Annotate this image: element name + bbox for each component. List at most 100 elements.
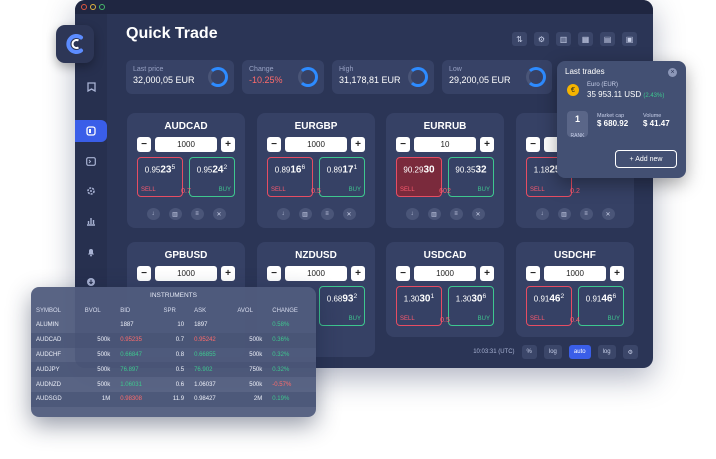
cell-ask: 76.902 <box>189 362 233 378</box>
chart-icon[interactable] <box>83 214 99 228</box>
cell-change: -0.57% <box>272 381 292 388</box>
decrement-button[interactable]: − <box>526 137 540 152</box>
decrement-button[interactable]: − <box>396 266 410 281</box>
quantity-field[interactable]: 1000 <box>285 137 347 152</box>
card-actions: ↓ ▥ ≡ ✕ <box>516 208 634 220</box>
window-icon[interactable]: ▤ <box>600 32 615 46</box>
col-symbol[interactable]: SYMBOL <box>31 303 80 318</box>
table-row[interactable]: AUDCHF 500k 0.66847 0.8 0.66855 500k 0.3… <box>31 348 316 363</box>
col-change[interactable]: CHANGE <box>267 303 316 318</box>
chart-icon[interactable]: ▥ <box>168 208 182 220</box>
download-icon[interactable]: ↓ <box>405 208 419 220</box>
rank-value: 1 <box>574 114 580 124</box>
trash-icon[interactable]: ✕ <box>471 208 485 220</box>
minimize-dot[interactable] <box>90 4 96 10</box>
decrement-button[interactable]: − <box>137 137 151 152</box>
price-pip: 5 <box>171 164 176 171</box>
increment-button[interactable]: + <box>221 266 235 281</box>
quantity-field[interactable]: 10 <box>414 137 476 152</box>
table-row[interactable]: AUDCAD 500k 0.95235 0.7 0.95242 500k 0.3… <box>31 332 316 348</box>
cell-spr: 10 <box>177 322 185 329</box>
quantity-stepper: − 1000 + <box>526 266 624 281</box>
decrement-button[interactable]: − <box>526 266 540 281</box>
price-prefix: 90.35 <box>455 165 476 175</box>
volume-value: $ 41.47 <box>643 119 670 128</box>
bell-icon[interactable] <box>83 245 99 259</box>
quantity-field[interactable]: 1000 <box>155 266 217 281</box>
trash-icon[interactable]: ✕ <box>212 208 226 220</box>
price-big: 30 <box>471 293 483 305</box>
bookmark-icon[interactable] <box>83 80 99 94</box>
increment-button[interactable]: + <box>351 137 365 152</box>
layers-icon[interactable]: ≡ <box>190 208 204 220</box>
col-avol[interactable]: AVOL <box>232 303 267 318</box>
quantity-field[interactable]: 1000 <box>155 137 217 152</box>
increment-button[interactable]: + <box>351 266 365 281</box>
price-pip: 6 <box>612 293 617 300</box>
close-icon[interactable]: × <box>668 68 677 77</box>
gear-icon[interactable]: ⚙ <box>622 345 638 359</box>
col-ask[interactable]: ASK <box>189 303 232 318</box>
price-pip: 6 <box>301 164 306 171</box>
trade-icon[interactable] <box>83 124 99 138</box>
col-bid[interactable]: BID <box>115 303 158 318</box>
log-button[interactable]: log <box>543 345 562 359</box>
layers-icon[interactable]: ≡ <box>579 208 593 220</box>
chart-icon[interactable]: ▥ <box>557 208 571 220</box>
trash-icon[interactable]: ✕ <box>342 208 356 220</box>
table-row[interactable]: AUDJPY 500k 76.897 0.5 76.902 750k 0.32% <box>31 362 316 378</box>
increment-button[interactable]: + <box>610 266 624 281</box>
layers-icon[interactable]: ≡ <box>320 208 334 220</box>
filter-icon[interactable]: ⇅ <box>512 32 527 46</box>
save-icon[interactable]: ▣ <box>622 32 637 46</box>
settings-icon[interactable] <box>83 184 99 198</box>
price-pip: 1 <box>430 293 435 300</box>
quantity-field[interactable]: 1000 <box>544 266 606 281</box>
table-row[interactable]: AUDSGD 1M 0.98308 11.9 0.98427 2M 0.19% <box>31 391 316 407</box>
increment-button[interactable]: + <box>480 266 494 281</box>
add-new-button[interactable]: + Add new <box>615 150 677 168</box>
decrement-button[interactable]: − <box>137 266 151 281</box>
trash-icon[interactable]: ✕ <box>601 208 615 220</box>
log-button-2[interactable]: log <box>597 345 616 359</box>
cell-bid: 1.06031 <box>120 381 142 388</box>
quantity-field[interactable]: 1000 <box>414 266 476 281</box>
chart-icon[interactable]: ▥ <box>298 208 312 220</box>
price-big: 46 <box>601 293 613 305</box>
decrement-button[interactable]: − <box>396 137 410 152</box>
col-spr[interactable]: SPR <box>159 303 190 318</box>
table-row[interactable]: AUDNZD 500k 1.06031 0.6 1.06037 500k -0.… <box>31 377 316 392</box>
price-big: 30 <box>419 293 431 305</box>
progress-ring-icon <box>298 67 318 87</box>
cell-symbol: AUDCHF <box>36 351 61 358</box>
col-bvol[interactable]: BVOL <box>80 303 116 318</box>
table-row[interactable]: ALUMIN 1887 10 1897 0.58% <box>31 318 316 333</box>
increment-button[interactable]: + <box>480 137 494 152</box>
download-icon[interactable]: ↓ <box>276 208 290 220</box>
price-prefix: 90.29 <box>403 165 424 175</box>
card-actions: ↓ ▥ ≡ ✕ <box>257 208 375 220</box>
chart-icon[interactable]: ▥ <box>427 208 441 220</box>
download-icon[interactable]: ↓ <box>535 208 549 220</box>
price-big: 93 <box>342 293 354 305</box>
gear-icon[interactable]: ⚙ <box>534 32 549 46</box>
quantity-field[interactable]: 1000 <box>285 266 347 281</box>
percent-button[interactable]: % <box>521 345 537 359</box>
close-dot[interactable] <box>81 4 87 10</box>
maximize-dot[interactable] <box>99 4 105 10</box>
buy-button[interactable]: 0.68932 BUY <box>319 286 365 326</box>
page-title: Quick Trade <box>126 25 218 42</box>
price-big: 17 <box>342 164 354 176</box>
auto-button[interactable]: auto <box>568 345 591 359</box>
decrement-button[interactable]: − <box>267 266 281 281</box>
increment-button[interactable]: + <box>221 137 235 152</box>
cell-change: 0.32% <box>267 362 316 378</box>
cell-bid: 0.98308 <box>115 391 159 407</box>
cell-spr: 0.7 <box>158 332 190 348</box>
layers-icon[interactable]: ≡ <box>449 208 463 220</box>
chart-bars-icon[interactable]: ▥ <box>556 32 571 46</box>
grid-icon[interactable]: ▦ <box>578 32 593 46</box>
download-icon[interactable]: ↓ <box>146 208 160 220</box>
terminal-icon[interactable] <box>83 154 99 168</box>
decrement-button[interactable]: − <box>267 137 281 152</box>
